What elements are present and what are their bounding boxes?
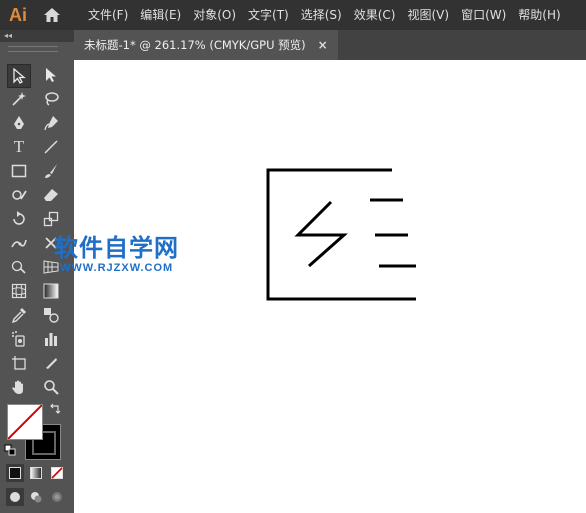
artwork — [266, 168, 416, 301]
none-mode-icon[interactable] — [48, 464, 66, 482]
curvature-tool-icon[interactable] — [40, 112, 62, 134]
watermark: 软件自学网 WWW.RJZXW.COM — [54, 234, 179, 274]
menu-type[interactable]: 文字(T) — [242, 0, 295, 30]
menu-help[interactable]: 帮助(H) — [512, 0, 566, 30]
pen-tool-icon[interactable] — [8, 112, 30, 134]
selection-tool-icon[interactable] — [7, 64, 31, 88]
menu-bar: Ai 文件(F) 编辑(E) 对象(O) 文字(T) 选择(S) 效果(C) 视… — [0, 0, 586, 30]
menu-items: 文件(F) 编辑(E) 对象(O) 文字(T) 选择(S) 效果(C) 视图(V… — [82, 0, 567, 30]
watermark-title: 软件自学网 — [54, 234, 179, 262]
swap-fill-stroke-icon[interactable] — [48, 402, 62, 416]
eraser-tool-icon[interactable] — [40, 184, 62, 206]
document-tab-bar: 未标题-1* @ 261.17% (CMYK/GPU 预览) × — [74, 30, 586, 60]
draw-inside-icon[interactable] — [48, 488, 66, 506]
draw-behind-icon[interactable] — [27, 488, 45, 506]
lasso-tool-icon[interactable] — [40, 88, 62, 110]
fill-color-swatch[interactable] — [7, 404, 43, 440]
app-logo: Ai — [9, 4, 27, 25]
slice-tool-icon[interactable] — [40, 352, 62, 374]
watermark-url: WWW.RJZXW.COM — [60, 262, 174, 274]
type-tool-icon[interactable]: T — [8, 136, 30, 158]
menu-object[interactable]: 对象(O) — [187, 0, 242, 30]
close-icon[interactable]: × — [318, 38, 328, 52]
menu-effect[interactable]: 效果(C) — [348, 0, 402, 30]
menu-window[interactable]: 窗口(W) — [455, 0, 512, 30]
gradient-mode-icon[interactable] — [27, 464, 45, 482]
eyedropper-tool-icon[interactable] — [8, 304, 30, 326]
blend-tool-icon[interactable] — [40, 304, 62, 326]
menu-edit[interactable]: 编辑(E) — [134, 0, 187, 30]
menu-select[interactable]: 选择(S) — [295, 0, 348, 30]
shape-builder-tool-icon[interactable] — [8, 256, 30, 278]
zoom-tool-icon[interactable] — [40, 376, 62, 398]
panel-grip[interactable] — [8, 46, 58, 52]
direct-selection-tool-icon[interactable] — [40, 64, 62, 86]
artboard-canvas[interactable] — [74, 60, 586, 513]
rectangle-tool-icon[interactable] — [8, 160, 30, 182]
menu-view[interactable]: 视图(V) — [401, 0, 455, 30]
document-tab-title: 未标题-1* @ 261.17% (CMYK/GPU 预览) — [84, 38, 306, 52]
width-tool-icon[interactable] — [8, 232, 30, 254]
line-segment-tool-icon[interactable] — [40, 136, 62, 158]
hand-tool-icon[interactable] — [8, 376, 30, 398]
artboard-tool-icon[interactable] — [8, 352, 30, 374]
rotate-tool-icon[interactable] — [8, 208, 30, 230]
home-icon[interactable] — [36, 0, 68, 30]
panel-collapse-icon[interactable]: ◂◂ — [0, 30, 74, 42]
menu-file[interactable]: 文件(F) — [82, 0, 134, 30]
artwork-lightning — [294, 200, 348, 268]
document-tab[interactable]: 未标题-1* @ 261.17% (CMYK/GPU 预览) × — [74, 30, 338, 60]
color-mode-icon[interactable] — [6, 464, 24, 482]
magic-wand-tool-icon[interactable] — [8, 88, 30, 110]
draw-normal-icon[interactable] — [6, 488, 24, 506]
shaper-tool-icon[interactable] — [8, 184, 30, 206]
symbol-sprayer-tool-icon[interactable] — [8, 328, 30, 350]
mesh-tool-icon[interactable] — [8, 280, 30, 302]
default-fill-stroke-icon[interactable] — [4, 444, 16, 456]
paintbrush-tool-icon[interactable] — [40, 160, 62, 182]
gradient-tool-icon[interactable] — [40, 280, 62, 302]
scale-tool-icon[interactable] — [40, 208, 62, 230]
column-graph-tool-icon[interactable] — [40, 328, 62, 350]
